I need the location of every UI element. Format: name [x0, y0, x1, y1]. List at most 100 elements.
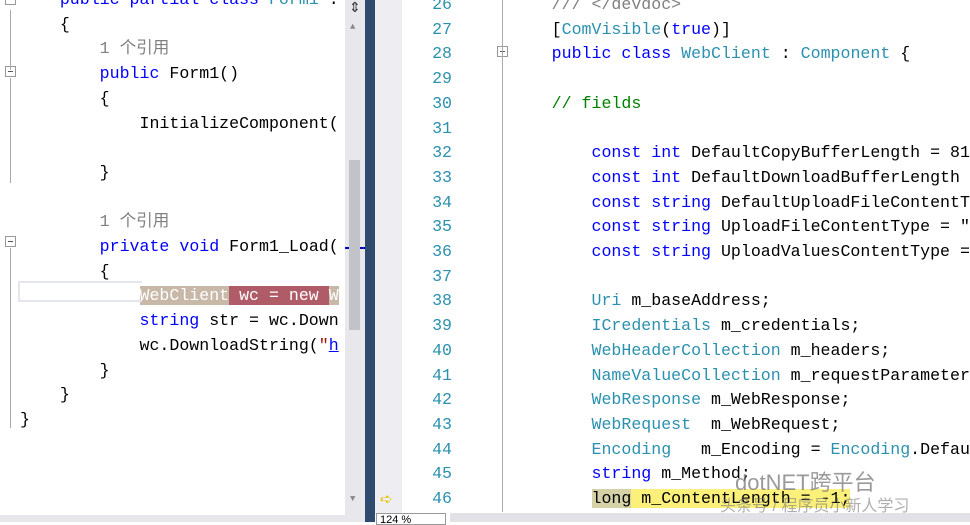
code-line[interactable]: 1 个引用: [20, 37, 170, 61]
scroll-down-arrow-icon[interactable]: ▼: [350, 494, 355, 504]
code-token: ComVisible: [561, 19, 662, 39]
code-line[interactable]: const int DefaultCopyBufferLength = 8192…: [472, 141, 970, 165]
scroll-up-arrow-icon[interactable]: ▲: [350, 22, 355, 32]
code-token: wc.DownloadString(: [20, 335, 319, 355]
code-token: 1 个引用: [20, 39, 170, 59]
code-token: string: [651, 217, 712, 237]
code-token: :: [770, 44, 801, 64]
code-line[interactable]: 1 个引用: [20, 210, 170, 234]
left-code-editor[interactable]: public partial class Form1 : { 1 个引用 pub…: [0, 0, 345, 515]
line-number: 41: [432, 365, 452, 385]
watermark-subtitle: 头条号 / 程序员小新人学习: [720, 498, 910, 515]
line-number: 31: [432, 118, 452, 138]
code-token: Encoding: [830, 439, 911, 459]
code-token: DefaultUploadFileContentType: [720, 192, 970, 212]
code-token: const: [591, 167, 642, 187]
code-line[interactable]: public class WebClient : Component {: [472, 42, 911, 66]
pane-splitter[interactable]: [365, 0, 375, 522]
code-token: const: [591, 192, 642, 212]
code-token: wc = new: [229, 286, 329, 306]
code-token: const: [591, 242, 642, 261]
code-line[interactable]: string m_Method;: [472, 462, 751, 486]
code-line[interactable]: wc.DownloadString("h: [20, 334, 338, 358]
code-line[interactable]: {: [20, 13, 70, 37]
code-line[interactable]: Encoding m_Encoding = Encoding.Default;: [472, 438, 970, 462]
code-token: m_Encoding =: [671, 439, 831, 459]
code-line[interactable]: /// </devdoc>: [472, 0, 681, 17]
code-token: Encoding: [591, 439, 672, 459]
line-number: 27: [432, 19, 452, 39]
code-line[interactable]: // fields: [472, 92, 642, 116]
line-number: 43: [432, 414, 452, 434]
code-token: {: [20, 14, 70, 34]
code-token: NameValueCollection: [591, 365, 781, 385]
code-line[interactable]: }: [20, 383, 70, 407]
split-handle-icon[interactable]: ⇕: [349, 0, 361, 17]
code-line[interactable]: [ComVisible(true)]: [472, 18, 731, 42]
code-token: int: [651, 143, 682, 163]
code-token: /// </devdoc>: [472, 0, 682, 14]
code-line[interactable]: public partial class Form1 :: [20, 0, 339, 12]
code-line[interactable]: const string DefaultUploadFileContentTyp…: [472, 191, 970, 215]
code-token: Component: [800, 44, 891, 64]
code-line[interactable]: WebResponse m_WebResponse;: [472, 388, 851, 412]
code-line[interactable]: InitializeComponent(: [20, 112, 338, 136]
code-token: class: [621, 44, 672, 64]
code-token: .Default;: [910, 439, 970, 459]
code-token: m_WebRequest;: [691, 414, 841, 434]
code-token: DefaultDownloadBufferLength = 65536;: [691, 167, 970, 187]
zoom-level-dropdown[interactable]: 124 %: [376, 513, 446, 525]
code-line[interactable]: const string UploadValuesContentType =: [472, 240, 970, 264]
right-indicator-margin: ➪: [375, 0, 402, 515]
left-scroll-thumb[interactable]: [349, 160, 360, 330]
outline-guide: [10, 10, 11, 70]
line-number: 34: [432, 192, 452, 212]
code-line[interactable]: NameValueCollection m_requestParameters;: [472, 364, 970, 388]
code-token: UploadValuesContentType =: [711, 242, 970, 261]
code-line[interactable]: const string UploadFileContentType = ": [472, 215, 970, 239]
code-line[interactable]: {: [20, 87, 110, 111]
code-token: DefaultCopyBufferLength = 8192;: [681, 143, 970, 163]
line-number: 30: [432, 93, 452, 113]
code-line[interactable]: }: [20, 161, 110, 185]
code-line[interactable]: Uri m_baseAddress;: [472, 289, 771, 313]
code-line[interactable]: string str = wc.Down: [20, 309, 339, 333]
code-token: m_requestParameters;: [780, 365, 970, 385]
code-line[interactable]: }: [20, 359, 110, 383]
code-token: private: [99, 237, 170, 256]
code-line[interactable]: private void Form1_Load(: [20, 235, 339, 259]
code-line[interactable]: public Form1(): [20, 62, 239, 86]
line-number: 35: [432, 217, 452, 237]
code-line[interactable]: const int DefaultDownloadBufferLength = …: [472, 166, 970, 190]
left-horizontal-scrollbar[interactable]: [0, 515, 365, 522]
line-number: 33: [432, 167, 452, 187]
code-line[interactable]: }: [20, 408, 30, 432]
collapse-toggle-icon[interactable]: [5, 0, 16, 5]
outline-guide: [502, 0, 503, 512]
line-number: 46: [432, 489, 452, 508]
code-token: string: [139, 311, 200, 331]
code-token: m_headers;: [780, 340, 891, 360]
code-line[interactable]: ICredentials m_credentials;: [472, 314, 861, 338]
collapse-toggle-icon[interactable]: [5, 236, 16, 247]
code-token: true: [671, 19, 712, 39]
code-token: m_baseAddress;: [621, 291, 771, 311]
code-token: WebClient: [681, 44, 771, 64]
line-number: 40: [432, 340, 452, 360]
code-line[interactable]: WebHeaderCollection m_headers;: [472, 339, 891, 363]
code-token: string: [651, 192, 712, 212]
right-code-editor[interactable]: /// </devdoc> 26 [ComVisible(true)] 27 pub…: [402, 0, 970, 512]
code-token: const: [591, 217, 642, 237]
code-token: 1 个引用: [20, 212, 170, 232]
code-line[interactable]: WebRequest m_WebRequest;: [472, 413, 841, 437]
